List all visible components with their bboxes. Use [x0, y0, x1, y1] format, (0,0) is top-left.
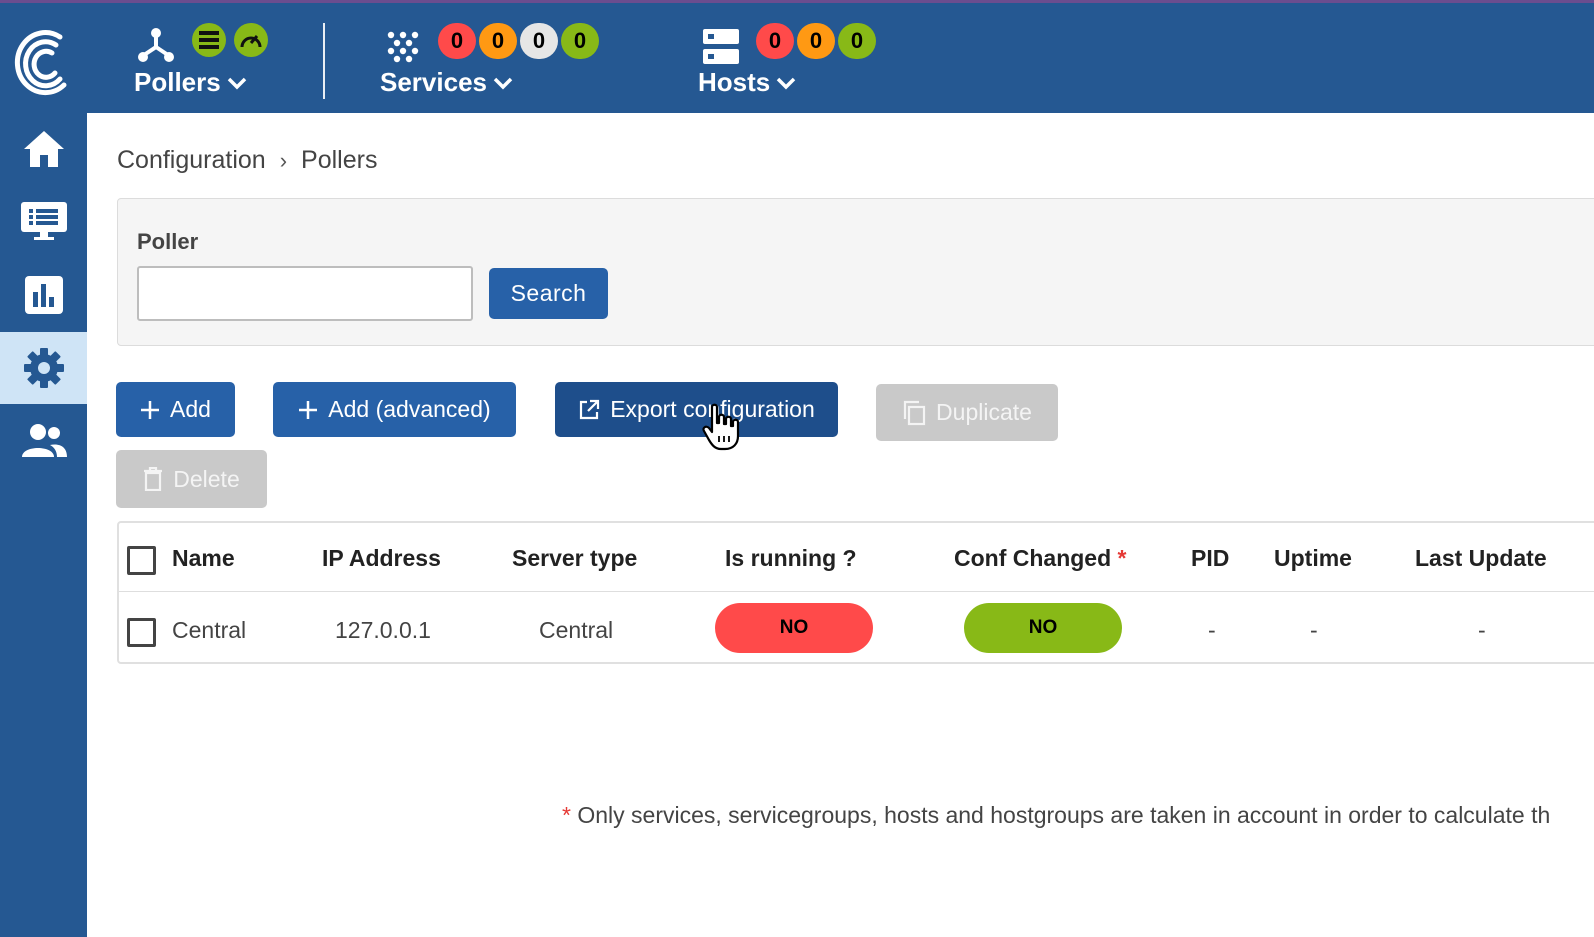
column-header-server-type[interactable]: Server type [512, 545, 637, 572]
hosts-down-badge[interactable]: 0 [756, 23, 794, 59]
delete-button[interactable]: Delete [116, 450, 267, 508]
trash-icon [144, 467, 163, 491]
add-advanced-button-label: Add (advanced) [328, 396, 491, 422]
hosts-unreachable-badge[interactable]: 0 [797, 23, 835, 59]
poller-filter-label: Poller [137, 229, 199, 254]
hosts-up-badge[interactable]: 0 [838, 23, 876, 59]
cell-pid: - [1208, 617, 1216, 643]
cell-last-update: - [1478, 617, 1486, 643]
column-header-pid[interactable]: PID [1191, 545, 1229, 572]
poller-search-input[interactable] [137, 266, 473, 321]
services-critical-badge[interactable]: 0 [438, 23, 476, 59]
conf-changed-status-badge: NO [964, 603, 1122, 653]
sidebar [0, 113, 87, 937]
duplicate-button[interactable]: Duplicate [876, 384, 1058, 441]
chevron-down-icon [227, 77, 246, 89]
plus-icon [299, 400, 318, 419]
delete-button-label: Delete [173, 465, 240, 492]
duplicate-button-label: Duplicate [936, 399, 1032, 425]
divider [323, 23, 325, 99]
pollers-table: Name IP Address Server type Is running ?… [117, 521, 1594, 664]
column-header-conf-changed[interactable]: Conf Changed * [954, 545, 1127, 572]
breadcrumb-separator: › [279, 147, 288, 173]
breadcrumb-configuration[interactable]: Configuration [117, 146, 266, 175]
sidebar-item-monitoring[interactable] [0, 185, 87, 257]
services-icon [387, 31, 419, 63]
services-label: Services [380, 67, 487, 97]
users-icon [21, 424, 67, 457]
services-unknown-badge[interactable]: 0 [520, 23, 558, 59]
column-header-uptime[interactable]: Uptime [1274, 545, 1352, 572]
hand-cursor-icon [702, 403, 740, 451]
sidebar-item-home[interactable] [0, 113, 87, 185]
required-mark: * [1117, 545, 1127, 571]
column-header-name[interactable]: Name [172, 545, 235, 572]
hosts-menu[interactable]: 0 0 0 Hosts [695, 3, 895, 113]
chevron-down-icon [493, 77, 513, 89]
chevron-down-icon [777, 77, 796, 89]
footnote: * Only services, servicegroups, hosts an… [562, 802, 1550, 829]
add-button-label: Add [170, 396, 211, 422]
footnote-text: Only services, servicegroups, hosts and … [577, 802, 1551, 828]
sidebar-item-reporting[interactable] [0, 259, 87, 331]
services-warning-badge[interactable]: 0 [479, 23, 517, 59]
database-icon[interactable] [192, 23, 226, 57]
select-all-checkbox[interactable] [127, 546, 156, 575]
server-icon [703, 29, 739, 64]
sidebar-item-administration[interactable] [0, 405, 87, 477]
plus-icon [141, 400, 160, 419]
filter-panel: Poller Search [117, 198, 1594, 346]
monitor-icon [20, 202, 67, 240]
pollers-label: Pollers [134, 67, 221, 97]
is-running-status-badge: NO [715, 603, 873, 653]
gauge-icon[interactable] [234, 23, 268, 57]
breadcrumb: Configuration › Pollers [117, 146, 377, 175]
external-link-icon [580, 399, 600, 419]
cell-name[interactable]: Central [172, 617, 246, 644]
column-header-ip[interactable]: IP Address [322, 545, 441, 572]
hosts-label: Hosts [698, 67, 771, 97]
gear-icon [23, 348, 64, 388]
chart-icon [24, 276, 63, 314]
services-ok-badge[interactable]: 0 [561, 23, 599, 59]
services-menu[interactable]: 0 0 0 0 Services [375, 3, 615, 113]
centreon-logo[interactable] [8, 23, 72, 97]
home-icon [23, 131, 64, 167]
cell-ip: 127.0.0.1 [335, 617, 431, 643]
column-header-is-running[interactable]: Is running ? [725, 545, 857, 572]
top-bar: Pollers 0 0 0 0 Services 0 0 0 Hosts [0, 0, 1594, 113]
cell-server-type: Central [539, 617, 614, 643]
conf-changed-label: Conf Changed [954, 545, 1112, 571]
add-advanced-button[interactable]: Add (advanced) [273, 382, 516, 437]
cell-uptime: - [1310, 617, 1318, 643]
header-divider [119, 591, 1594, 592]
search-button[interactable]: Search [489, 268, 608, 319]
poller-icon [138, 28, 174, 62]
column-header-last-update[interactable]: Last Update [1415, 545, 1547, 572]
pollers-menu[interactable]: Pollers [130, 3, 300, 113]
add-button[interactable]: Add [116, 382, 235, 437]
sidebar-item-configuration[interactable] [0, 332, 87, 404]
export-configuration-button[interactable]: Export configuration [555, 382, 838, 437]
footnote-mark: * [562, 802, 571, 828]
copy-icon [903, 400, 926, 425]
breadcrumb-pollers[interactable]: Pollers [301, 146, 377, 175]
row-checkbox[interactable] [127, 618, 156, 647]
